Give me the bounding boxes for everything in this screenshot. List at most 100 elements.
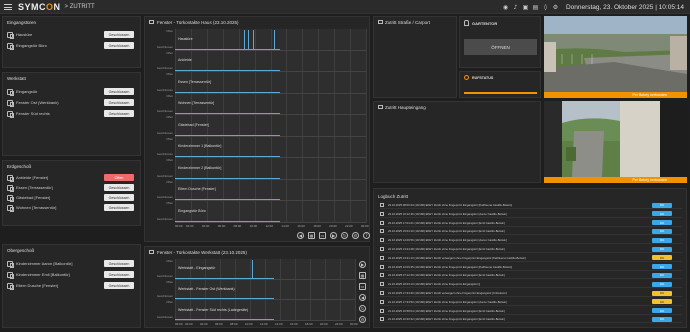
panel-title: Zutritt Haupteingang [385,105,426,110]
gear-icon[interactable]: ⚙ [359,316,366,323]
log-row[interactable]: 22.10.2025 07:12:40 (10/190) EKEY Zutrit… [380,272,682,280]
log-text: 23.10.2025 15:04:10 (10/190) EKEY Zutrit… [388,229,505,234]
x-tick-label: 00:00 [361,224,369,228]
open-event [252,260,254,279]
log-row[interactable]: 23.10.2025 16:12:46 (10/190) EKEY Zutrit… [380,211,682,218]
refresh-icon[interactable]: ↻ [359,305,366,312]
open-event [274,30,276,50]
symcon-logo[interactable]: SYMCON [18,2,61,12]
back-icon[interactable]: ◀ [297,232,304,239]
gear-icon[interactable]: ⚙ [352,232,359,239]
zoom-out-icon[interactable]: ▭ [319,232,326,239]
gear-icon[interactable]: ⚙ [552,4,559,11]
y-label-open: Offen [166,29,173,33]
log-row[interactable]: 21.10.2025 17:33:50 (10/190) EKEY Zutrit… [380,299,682,306]
chart-icon [149,20,154,24]
y-label-open: Offen [166,279,173,284]
row-label: Eltern Dusche [Fenster] [16,283,59,288]
info-icon[interactable]: ? [363,232,370,239]
key-icon [380,211,384,216]
door-icon [7,88,14,96]
door-icon [7,204,14,212]
open-gate-button[interactable]: ÖFFNEN [464,39,537,55]
log-row[interactable]: 21.10.2025 17:34:40 (10/190) EKEY Zutrit… [380,290,682,297]
bell-icon[interactable]: ♪ [512,4,519,11]
row-label: Ankleide [Fenster] [16,175,49,180]
log-row[interactable]: 22.10.2025 14:06:56 (10/190) EKEY Zutrit… [380,237,682,245]
y-label-open: Offen [166,259,173,263]
log-row[interactable]: 23.10.2025 08:00:44 (10/190) EKEY Zutrit… [380,202,682,209]
x-tick-label: 22:00 [345,224,353,228]
log-row[interactable]: 23.10.2025 17:04:21 (10/190) EKEY Zutrit… [380,220,682,227]
menu-icon[interactable] [4,4,12,10]
status-badge: Geschlossen [104,194,134,201]
lane-label: Wohnen [Terrassentür] [178,101,215,106]
x-tick-label: 08:00 [230,322,238,326]
log-row[interactable]: 22.10.2025 13:24:48 (10/190) EKEY Zutrit… [380,246,682,253]
werkstatt-chart-plot[interactable]: Werkstatt - Eingangstür Werkstatt - Fenst… [175,259,356,321]
state-line [175,70,281,72]
log-row[interactable]: 22.10.2025 12:06:45 (10/190) EKEY Zutrit… [380,264,682,271]
door-icon [7,31,14,39]
door-icon [7,184,14,192]
forward-icon[interactable]: ▶ [330,232,337,239]
row-label: Gästebad [Fenster] [16,195,51,200]
lane-label: Kinderzimmer 1 [Balkontür] [178,144,222,149]
plug-icon[interactable]: ◊ [542,4,549,11]
log-row[interactable]: 21.10.2025 10:30:32 (10/190) EKEY Zutrit… [380,316,682,324]
trash-icon[interactable]: ▣ [522,4,529,11]
calendar-icon[interactable]: ▦ [308,232,315,239]
panel-gartentor: GARTENTOR ÖFFNEN [459,16,541,68]
y-label-closed: Geschlossen [156,44,173,49]
key-icon [380,229,384,234]
camera-feed-haupteingang[interactable]: Per Bekey verbunden [544,101,687,183]
status-badge: Geschlossen [104,99,134,106]
lane-label: Ankleide [178,58,192,63]
x-tick-label: 12:00 [260,322,268,326]
panel-eingangstueren: Eingangstüren Haustüre Geschlossen Eingan… [2,16,141,68]
state-line [175,319,274,320]
breadcrumb[interactable]: > ZUTRITT [65,4,95,10]
log-status-badge: OK [652,299,672,305]
status-badge: Geschlossen [104,110,134,117]
werkstatt-x-ticks: 00:00 02:00 04:00 06:00 08:00 10:00 12:00 14:00… [175,322,358,327]
key-icon [380,273,384,278]
row-ankleide: Ankleide [Fenster] Offen [7,173,138,182]
x-tick-label: 20:00 [320,322,328,326]
window-icon [7,282,14,290]
refresh-icon[interactable]: ↻ [341,232,348,239]
zoom-out-icon[interactable]: ▭ [359,283,366,290]
camera-feed-carport[interactable]: Per Bekey verbunden [544,16,687,98]
status-badge: Geschlossen [104,271,134,278]
panel-haupteingang: Zutritt Haupteingang [373,101,541,183]
log-row[interactable]: 23.10.2025 15:04:10 (10/190) EKEY Zutrit… [380,228,682,236]
row-label: Eingangstür [16,89,38,94]
panel-title: Fenster - Türkontakte Haus (23.10.2025) [157,20,239,25]
panel-title: Erdgeschoß [7,164,32,169]
log-row[interactable]: 21.10.2025 16:58:04 (10/190) EKEY Zutrit… [380,308,682,315]
lane-label: Werkstatt - Fenster Süd rechts (Ladegerä… [178,307,249,312]
row-kinder-emil: Kinderzimmer Emil [Balkontür] Geschlossen [7,270,138,279]
lane-label: Eingangstür Büro [178,208,206,213]
log-status-badge: OK [652,211,672,217]
forward-icon[interactable]: ▶ [359,261,366,268]
datetime: Donnerstag, 23. Oktober 2025 | 10:05:14 [565,3,684,11]
back-icon[interactable]: ◀ [359,294,366,301]
calendar-icon[interactable]: ▦ [359,272,366,279]
camera-icon[interactable]: ▤ [532,4,539,11]
state-line [175,177,281,179]
key-icon [380,264,384,269]
row-eltern-dusche: Eltern Dusche [Fenster] Geschlossen [7,281,138,290]
y-label-closed: Geschlossen [156,87,173,92]
haus-chart-plot[interactable]: Haustüre Ankleide Essen [Terrassentür] Wohn… [175,29,367,223]
log-row[interactable]: 21.10.2025 18:23:13 (10/190) EKEY Zutrit… [380,281,682,289]
panel-title: Logbuch Zutritt [378,194,409,199]
log-row[interactable]: 22.10.2025 13:21:13 (10/190) EKEY Zutrit… [380,255,682,262]
user-icon[interactable]: ◉ [502,4,509,11]
row-label: Fenster Ost (Werkbank) [16,100,59,105]
log-status-badge: OK [652,202,672,208]
row-kinder-aaron: Kinderzimmer Aaron [Balkontür] Geschlosse… [7,259,138,268]
x-tick-label: 16:00 [290,322,298,326]
log-list: 23.10.2025 08:00:44 (10/190) EKEY Zutrit… [374,202,688,327]
panel-obergeschoss: Obergeschoß Kinderzimmer Aaron [Balkontü… [2,244,141,328]
